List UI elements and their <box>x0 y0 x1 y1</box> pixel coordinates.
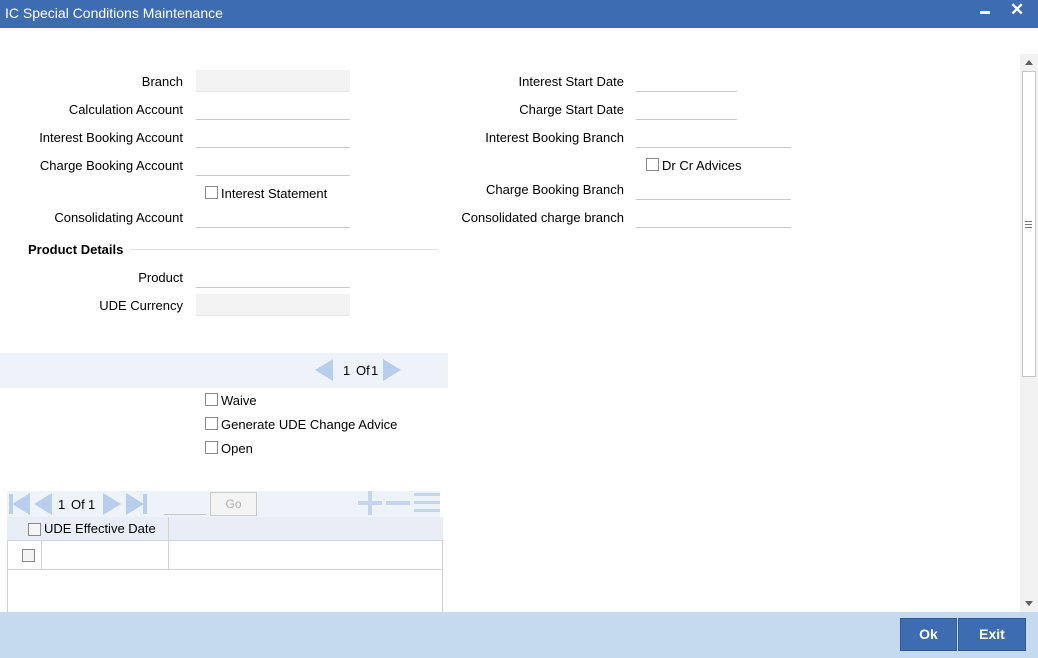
previous-record-icon[interactable] <box>315 359 333 381</box>
interest-start-date-label: Interest Start Date <box>518 74 625 89</box>
consolidating-account-field[interactable] <box>196 206 350 228</box>
calculation-account-label: Calculation Account <box>68 102 183 117</box>
charge-booking-account-label: Charge Booking Account <box>39 158 183 173</box>
ude-effective-date-header: UDE Effective Date <box>44 521 156 536</box>
minimize-icon[interactable] <box>980 11 990 14</box>
page-number-input[interactable] <box>164 495 206 515</box>
ude-currency-field <box>196 294 350 316</box>
charge-start-date-label: Charge Start Date <box>519 102 624 117</box>
grid-pager-of: Of <box>71 497 85 512</box>
row-checkbox[interactable] <box>22 549 35 562</box>
grid-pager-total: 1 <box>88 497 96 512</box>
interest-statement-checkbox[interactable] <box>205 186 218 199</box>
last-page-icon[interactable] <box>126 493 144 515</box>
grip-line <box>1025 224 1032 225</box>
interest-booking-account-field[interactable] <box>196 126 350 148</box>
pager-of: Of <box>356 363 370 378</box>
grid-pager-current: 1 <box>58 497 66 512</box>
waive-checkbox[interactable] <box>205 393 218 406</box>
pager-current: 1 <box>343 363 351 378</box>
open-checkbox[interactable] <box>205 441 218 454</box>
charge-start-date-field[interactable] <box>636 98 737 120</box>
consolidated-charge-branch-field[interactable] <box>636 206 791 228</box>
window-title: IC Special Conditions Maintenance <box>5 5 223 21</box>
generate-ude-change-advice-label: Generate UDE Change Advice <box>221 417 398 432</box>
add-row-icon-vertical[interactable] <box>368 491 372 515</box>
dr-cr-advices-label: Dr Cr Advices <box>662 158 742 173</box>
scroll-down-icon[interactable] <box>1025 601 1033 606</box>
product-details-title: Product Details <box>28 242 124 257</box>
next-record-icon[interactable] <box>383 359 401 381</box>
interest-booking-branch-field[interactable] <box>636 126 791 148</box>
interest-statement-label: Interest Statement <box>221 186 328 201</box>
ok-button[interactable]: Ok <box>900 618 957 651</box>
grip-line <box>1025 227 1032 228</box>
consolidating-account-label: Consolidating Account <box>54 210 183 225</box>
section-divider <box>130 249 438 250</box>
product-field[interactable] <box>196 266 350 288</box>
generate-ude-change-advice-checkbox[interactable] <box>205 417 218 430</box>
scroll-up-icon[interactable] <box>1025 60 1033 65</box>
charge-booking-account-field[interactable] <box>196 154 350 176</box>
interest-start-date-field[interactable] <box>636 70 737 92</box>
interest-booking-branch-label: Interest Booking Branch <box>485 130 624 145</box>
ude-currency-label: UDE Currency <box>99 298 183 313</box>
branch-label: Branch <box>141 74 183 89</box>
interest-booking-account-label: Interest Booking Account <box>39 130 183 145</box>
previous-page-icon[interactable] <box>34 493 52 515</box>
single-view-icon[interactable] <box>414 491 440 515</box>
branch-field <box>196 70 350 92</box>
select-all-checkbox[interactable] <box>28 523 41 536</box>
next-page-icon[interactable] <box>103 493 121 515</box>
pager-total: 1 <box>371 363 379 378</box>
charge-booking-branch-label: Charge Booking Branch <box>485 182 624 197</box>
ude-pager <box>0 353 448 388</box>
waive-label: Waive <box>221 393 257 408</box>
open-label: Open <box>221 441 253 456</box>
exit-button[interactable]: Exit <box>958 618 1026 651</box>
calculation-account-field[interactable] <box>196 98 350 120</box>
charge-booking-branch-field[interactable] <box>636 178 791 200</box>
product-label: Product <box>138 270 183 285</box>
first-page-icon[interactable] <box>12 493 30 515</box>
title-bar: IC Special Conditions Maintenance ✕ <box>0 0 1038 28</box>
last-page-bar <box>143 494 147 514</box>
go-button[interactable]: Go <box>210 492 257 516</box>
grip-line <box>1025 221 1032 222</box>
consolidated-charge-branch-label: Consolidated charge branch <box>461 210 624 225</box>
ude-effective-date-cell[interactable] <box>42 542 167 569</box>
delete-row-icon[interactable] <box>386 501 410 505</box>
dr-cr-advices-checkbox[interactable] <box>646 158 659 171</box>
footer-bar <box>0 612 1038 658</box>
close-icon[interactable]: ✕ <box>1010 1 1024 19</box>
